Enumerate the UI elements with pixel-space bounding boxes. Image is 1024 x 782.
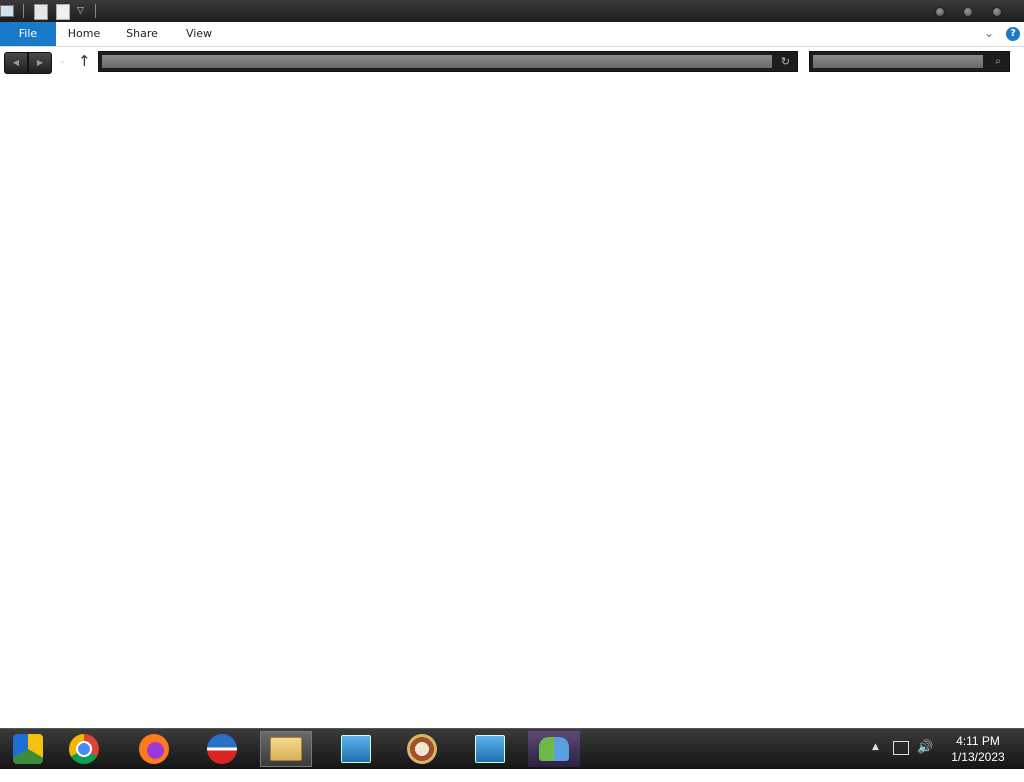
taskbar-network-setup[interactable]	[330, 731, 382, 767]
people-icon	[539, 737, 569, 761]
address-bar: ↻	[98, 51, 798, 72]
tab-home[interactable]: Home	[62, 22, 106, 46]
taskbar-clock[interactable]: 4:11 PM 1/13/2023	[946, 733, 1010, 765]
show-hidden-icons-icon[interactable]: ▲	[872, 742, 879, 782]
file-list-area[interactable]	[0, 74, 1024, 728]
search-icon[interactable]: ⌕	[987, 53, 1009, 70]
tab-view[interactable]: View	[180, 22, 218, 46]
media-icon	[407, 734, 437, 764]
network-icon[interactable]	[893, 741, 909, 755]
taskbar-chrome[interactable]	[58, 731, 110, 767]
file-explorer-icon	[270, 737, 302, 761]
help-icon[interactable]: ?	[1006, 27, 1020, 41]
title-separator	[23, 4, 24, 18]
taskbar-file-explorer[interactable]	[260, 731, 312, 767]
customize-quick-access-icon[interactable]: ▽	[77, 6, 84, 16]
title-separator	[95, 4, 96, 18]
back-button[interactable]: ◀	[4, 52, 28, 74]
up-arrow-icon[interactable]: ↑	[78, 52, 91, 70]
refresh-icon[interactable]: ↻	[775, 53, 796, 70]
volume-icon[interactable]: 🔊	[917, 740, 933, 780]
taskbar-browser[interactable]	[196, 731, 248, 767]
network-setup-icon	[475, 735, 505, 763]
close-button[interactable]	[992, 7, 1002, 17]
expand-ribbon-icon[interactable]: ⌄	[984, 26, 994, 40]
address-input[interactable]	[102, 55, 772, 68]
network-setup-icon	[341, 735, 371, 763]
taskbar: ▲ 🔊 4:11 PM 1/13/2023	[0, 728, 1024, 769]
forward-button[interactable]: ▶	[28, 52, 52, 74]
tab-file[interactable]: File	[0, 22, 56, 46]
clock-date: 1/13/2023	[951, 750, 1005, 764]
taskbar-people-app[interactable]	[528, 731, 580, 767]
browser-icon	[207, 734, 237, 764]
chrome-icon	[69, 734, 99, 764]
title-bar: ▽	[0, 0, 1024, 22]
clock-time: 4:11 PM	[956, 734, 1000, 748]
taskbar-chrome-canary[interactable]	[2, 731, 54, 767]
tab-share[interactable]: Share	[120, 22, 164, 46]
search-box: ⌕	[809, 51, 1010, 72]
chrome-canary-icon	[13, 734, 43, 764]
taskbar-network-setup-2[interactable]	[464, 731, 516, 767]
minimize-button[interactable]	[935, 7, 945, 17]
properties-icon[interactable]	[34, 4, 48, 20]
new-folder-icon[interactable]	[56, 4, 70, 20]
taskbar-firefox[interactable]	[128, 731, 180, 767]
app-window-icon[interactable]	[0, 5, 14, 17]
search-input[interactable]	[813, 55, 983, 68]
maximize-button[interactable]	[963, 7, 973, 17]
ribbon: File Home Share View	[0, 22, 1024, 47]
firefox-icon	[139, 734, 169, 764]
recent-locations-icon[interactable]: ⌄	[59, 56, 66, 65]
taskbar-media-app[interactable]	[396, 731, 448, 767]
